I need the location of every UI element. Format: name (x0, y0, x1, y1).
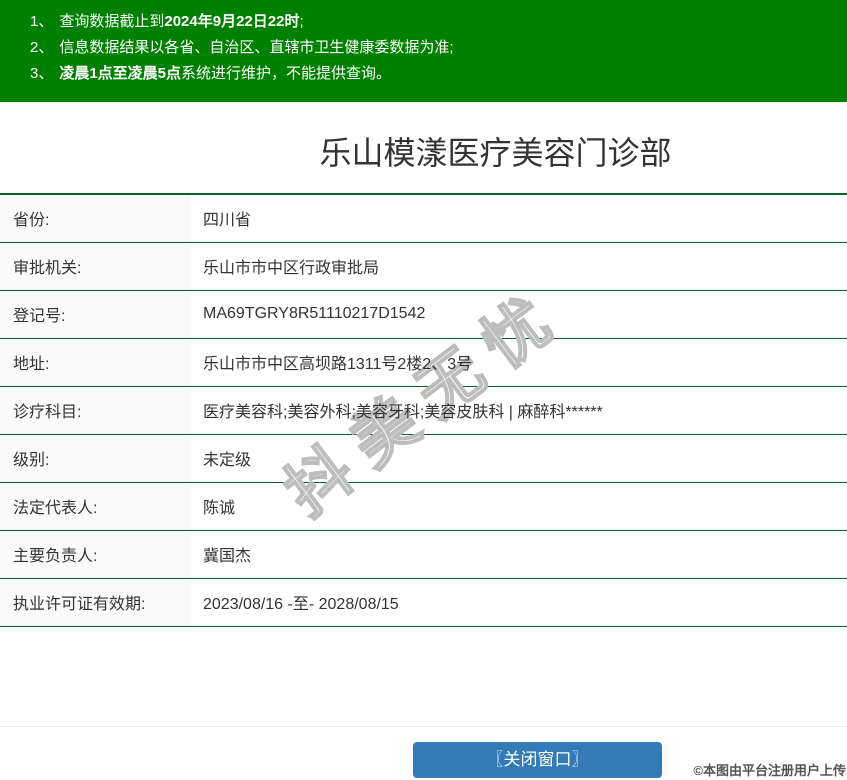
institution-info-table: 省份: 四川省 审批机关: 乐山市市中区行政审批局 登记号: MA69TGRY8… (0, 193, 847, 627)
row-value: 四川省 (203, 212, 252, 230)
row-value: 冀国杰 (203, 548, 252, 565)
row-label: 诊疗科目: (0, 386, 191, 434)
page-title: 乐山模漾医疗美容门诊部 (319, 135, 672, 171)
row-value: MA69TGRY8R51110217D1542 (203, 305, 426, 322)
row-label: 执业许可证有效期: (0, 578, 191, 626)
row-value: 医疗美容科;美容外科;美容牙科;美容皮肤科 | 麻醉科****** (203, 404, 603, 421)
table-row-province: 省份: 四川省 (0, 194, 847, 242)
notice-item-3: 3、 凌晨1点至凌晨5点系统进行维护，不能提供查询。 (30, 61, 837, 87)
notice-text: 系统进行维护，不能提供查询。 (181, 65, 392, 82)
row-label: 省份: (0, 194, 191, 242)
notice-text-bold: 凌晨1点至凌晨5点 (59, 65, 182, 82)
notice-text-bold: 2024年9月22日22时 (164, 13, 300, 30)
row-label: 主要负责人: (0, 530, 191, 578)
row-label: 法定代表人: (0, 482, 191, 530)
notice-text: 查询数据截止到 (59, 13, 165, 30)
notice-number: 2、 (30, 39, 54, 56)
row-value: 陈诚 (203, 500, 236, 517)
copyright-watermark: ©本图由平台注册用户上传 (693, 763, 846, 778)
row-label: 级别: (0, 434, 191, 482)
row-value: 乐山市市中区行政审批局 (203, 260, 380, 277)
row-label: 登记号: (0, 290, 191, 338)
notice-banner: 1、 查询数据截止到2024年9月22日22时; 2、 信息数据结果以各省、自治区、… (0, 0, 847, 102)
table-row-license-validity: 执业许可证有效期: 2023/08/16 -至- 2028/08/15 (0, 578, 847, 626)
row-label: 审批机关: (0, 242, 191, 290)
row-value: 未定级 (203, 452, 252, 469)
notice-item-2: 2、 信息数据结果以各省、自治区、直辖市卫生健康委数据为准; (30, 35, 837, 61)
table-row-person-in-charge: 主要负责人: 冀国杰 (0, 530, 847, 578)
footer-divider (0, 726, 847, 727)
notice-item-1: 1、 查询数据截止到2024年9月22日22时; (30, 9, 837, 35)
notice-number: 1、 (30, 13, 54, 30)
table-row-legal-representative: 法定代表人: 陈诚 (0, 482, 847, 530)
table-row-address: 地址: 乐山市市中区高坝路1311号2楼2、3号 (0, 338, 847, 386)
notice-text: ; (299, 13, 304, 30)
row-value: 乐山市市中区高坝路1311号2楼2、3号 (203, 356, 473, 373)
close-window-button[interactable]: 〖关闭窗口〗 (413, 742, 662, 778)
table-row-diagnosis-subjects: 诊疗科目: 医疗美容科;美容外科;美容牙科;美容皮肤科 | 麻醉科****** (0, 386, 847, 434)
table-row-approval-authority: 审批机关: 乐山市市中区行政审批局 (0, 242, 847, 290)
table-row-level: 级别: 未定级 (0, 434, 847, 482)
notice-text: 信息数据结果以各省、自治区、直辖市卫生健康委数据为准; (59, 39, 454, 56)
row-label: 地址: (0, 338, 191, 386)
table-row-registration-number: 登记号: MA69TGRY8R51110217D1542 (0, 290, 847, 338)
row-value: 2023/08/16 -至- 2028/08/15 (203, 596, 399, 613)
notice-number: 3、 (30, 65, 54, 82)
